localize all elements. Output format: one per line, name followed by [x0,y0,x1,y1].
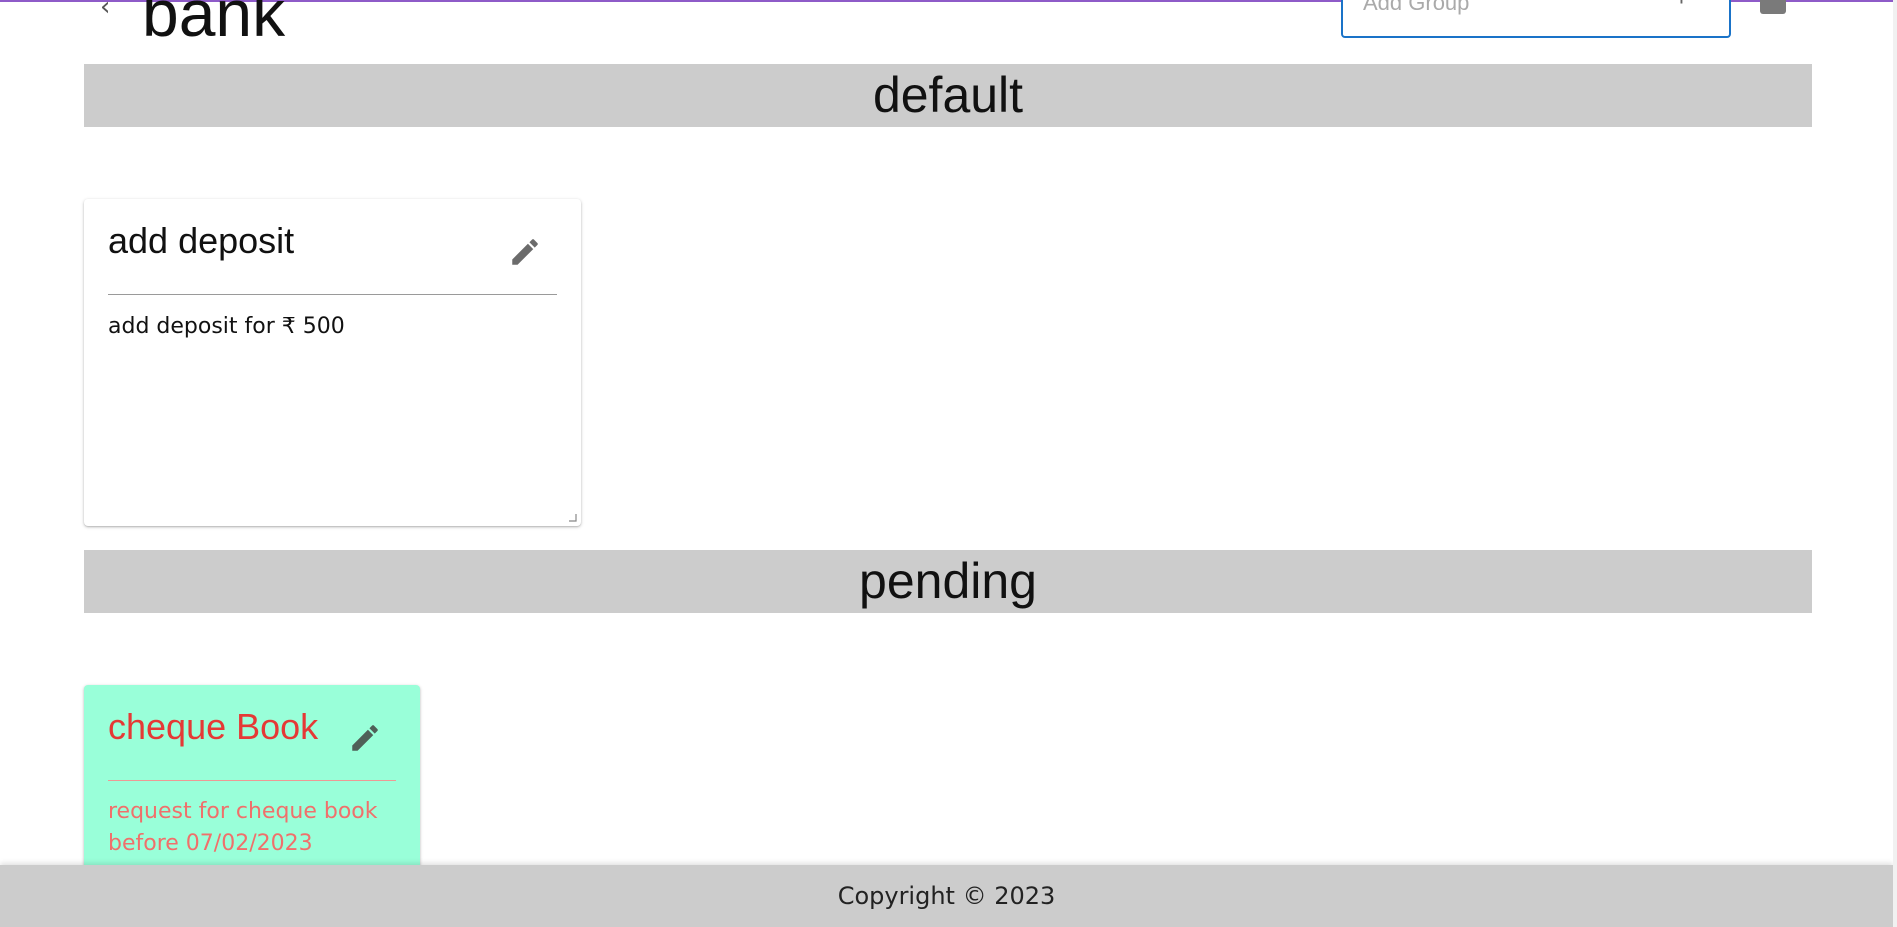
card-divider [108,780,396,781]
section-header-default: default [84,64,1812,127]
chevron-left-icon[interactable]: ‹ [100,0,110,22]
card-description: request for cheque book before 07/02/202… [108,799,378,856]
card-title: cheque Book [108,706,319,747]
card-description: add deposit for ₹ 500 [108,314,345,339]
page-title: bank [142,0,286,50]
add-group-field[interactable]: + [1341,0,1731,38]
plus-icon[interactable]: + [1674,0,1689,13]
task-card[interactable]: add deposit add deposit for ₹ 500 [84,199,581,526]
menu-icon[interactable] [1760,0,1786,14]
card-divider [108,294,557,295]
resize-handle-icon[interactable] [569,514,577,522]
scrollbar-track[interactable] [1893,0,1897,927]
footer-copyright: Copyright © 2023 [0,865,1893,927]
add-group-input[interactable] [1361,0,1665,18]
card-title: add deposit [108,220,295,261]
pencil-icon[interactable] [508,235,542,269]
pencil-icon[interactable] [348,721,382,755]
task-card[interactable]: cheque Book request for cheque book befo… [84,685,420,885]
section-header-pending: pending [84,550,1812,613]
